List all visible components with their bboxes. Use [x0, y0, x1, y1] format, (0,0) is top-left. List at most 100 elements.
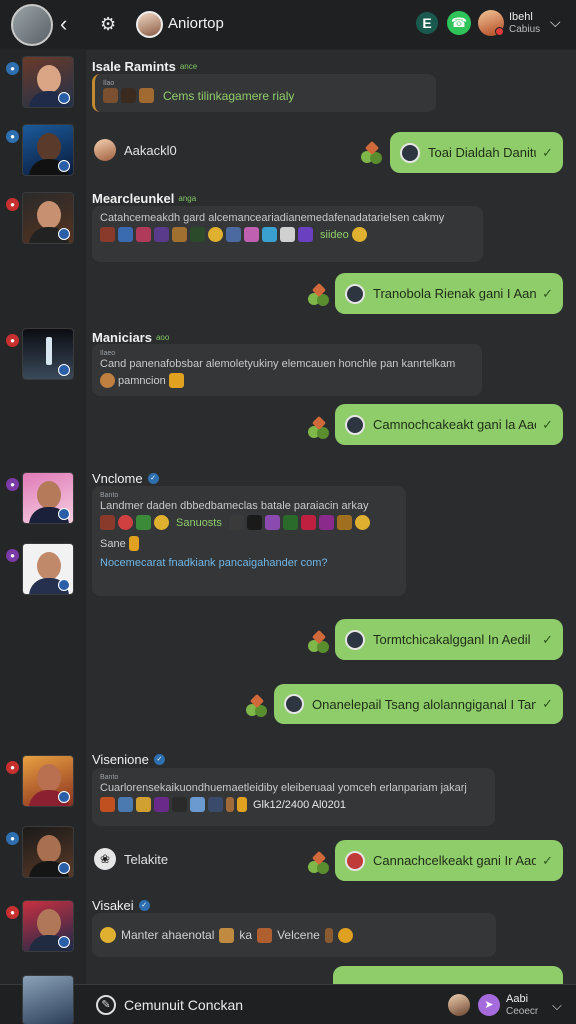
sticker-caption: siideo	[320, 228, 349, 241]
badge-icon: ●	[6, 198, 19, 211]
sticker-icon	[172, 227, 187, 242]
reaction-icon[interactable]	[361, 140, 385, 165]
sender-avatar[interactable]	[94, 139, 116, 161]
rail-item[interactable]: ●	[0, 543, 86, 603]
sticker-icon	[154, 797, 169, 812]
message-label: Banto	[100, 492, 119, 499]
rail-item[interactable]: ●	[0, 124, 86, 184]
sticker-icon	[172, 797, 187, 812]
chevron-left-icon[interactable]: ‹	[60, 12, 80, 36]
thumbnail	[22, 472, 74, 524]
outgoing-message[interactable]: Tormtchicakalgganl In Aedil ✓	[335, 619, 563, 660]
sticker-icon	[100, 373, 115, 388]
profile-avatar[interactable]	[11, 4, 53, 46]
thumbnail	[22, 543, 74, 595]
incoming-message[interactable]: Banto Cuarlorensekaikuondhuemaetleidiby …	[92, 768, 495, 826]
incoming-message[interactable]: Catahcemeakdh gard alcemanceariadianemed…	[92, 206, 483, 262]
rail-item[interactable]: ●	[0, 826, 86, 886]
reaction-icon[interactable]	[308, 629, 332, 654]
message-text: Cand panenafobsbar alemoletyukiny elemca…	[100, 358, 456, 370]
sticker-row: pamncion	[100, 373, 474, 388]
sender-name[interactable]: Telakite	[124, 852, 168, 867]
message-text: Manter ahaenotal	[121, 928, 215, 942]
sender-name[interactable]: Vnclome	[92, 471, 143, 486]
compose-icon[interactable]: ✎	[96, 995, 116, 1015]
rail-item[interactable]: ●	[0, 192, 86, 252]
incoming-message[interactable]: Ilaeo Cand panenafobsbar alemoletyukiny …	[92, 344, 482, 396]
sticker-icon	[324, 927, 333, 943]
system-message: ❀ Telakite	[94, 848, 168, 870]
compose-input[interactable]: Cemunuit Conckan	[124, 997, 243, 1013]
rail-item[interactable]: ●	[0, 328, 86, 388]
incoming-message[interactable]: Manter ahaenotal ka Velcene	[92, 913, 496, 957]
message-text: ka	[239, 928, 253, 942]
thumbnail[interactable]	[22, 975, 74, 1024]
sender-name[interactable]: Aakackl0	[124, 143, 177, 158]
outgoing-message[interactable]: Cannachcelkeakt gani Ir Aadu ✓	[335, 840, 563, 881]
message-text: Cems tilinkagamere rialy	[163, 88, 295, 103]
message-link[interactable]: Nocemecarat fnadkiank pancaigahander com…	[100, 557, 398, 569]
sticker-caption: Sanuosts	[176, 516, 222, 529]
checkmark-icon: ✓	[542, 696, 553, 711]
sticker-icon	[208, 797, 223, 812]
incoming-message[interactable]: Banto Landmer daden dbbedbameclas batale…	[92, 486, 406, 596]
app-icon[interactable]: ❀	[94, 848, 116, 870]
sender-name[interactable]: Isale Ramints	[92, 59, 176, 74]
sticker-icon	[118, 515, 133, 530]
sticker-icon	[246, 515, 262, 530]
rail-item[interactable]: ●	[0, 755, 86, 815]
verified-icon: ✓	[147, 473, 159, 485]
reaction-icon[interactable]	[308, 850, 332, 875]
sender-name[interactable]: Mearcleunkel	[92, 191, 174, 206]
reaction-icon[interactable]	[308, 415, 332, 440]
rail-item[interactable]: ●	[0, 900, 86, 960]
badge-icon: ●	[6, 906, 19, 919]
chat-title: Aniortop	[168, 15, 224, 32]
outgoing-message[interactable]: Onanelepail Tsang alolanngiganal I Tanda…	[274, 684, 563, 724]
status-dot	[495, 27, 504, 36]
sender-name[interactable]: Maniciars	[92, 330, 152, 345]
rail-item[interactable]: ●	[0, 472, 86, 532]
message-text: pamncion	[118, 374, 166, 387]
outgoing-message[interactable]: Tranobola Rienak gani I Aandu ✓	[335, 273, 563, 314]
sender-name[interactable]: Visenione	[92, 752, 149, 767]
message-text: Cuarlorensekaikuondhuemaetleidiby eleibe…	[100, 782, 467, 794]
top-bar: ‹ ⚙ Aniortop E ☎ Ibehl Cabius ⌵	[0, 0, 576, 50]
sticker-icon	[190, 797, 205, 812]
sticker-icon	[136, 515, 151, 530]
chevron-down-icon[interactable]: ⌵	[552, 998, 562, 1014]
user-status: Cabius	[509, 24, 541, 35]
whatsapp-icon[interactable]: ☎	[447, 11, 471, 35]
checkmark-icon: ✓	[542, 285, 553, 301]
thumbnail	[22, 755, 74, 807]
gear-icon[interactable]: ⚙	[100, 14, 120, 34]
sticker-icon	[282, 515, 298, 530]
send-icon[interactable]: ➤	[478, 994, 500, 1016]
user-avatar[interactable]	[448, 994, 470, 1016]
message-text: Velcene	[277, 928, 320, 942]
message-text: Cannachcelkeakt gani Ir Aadu	[373, 853, 537, 868]
sticker-icon	[262, 227, 277, 242]
outgoing-message[interactable]: Camnochcakeakt gani la Aadu ✓	[335, 404, 563, 445]
chevron-down-icon[interactable]: ⌵	[550, 14, 561, 31]
sender-name[interactable]: Visakei	[92, 898, 134, 913]
sticker-icon	[154, 227, 169, 242]
outgoing-message[interactable]	[333, 966, 563, 984]
contact-avatar[interactable]	[136, 11, 163, 38]
user-status: Ceoecr	[506, 1006, 539, 1017]
incoming-message[interactable]: Ilao Cems tilinkagamere rialy	[92, 74, 436, 112]
sticker-row: Glk12/2400 Al0201	[100, 797, 487, 812]
thumbnail	[22, 900, 74, 952]
message-text: Tranobola Rienak gani I Aandu	[373, 286, 537, 301]
sender-tag: aoo	[155, 333, 170, 343]
checkmark-icon: ✓	[542, 416, 553, 432]
outgoing-message[interactable]: Toai Dialdah Danitu ✓	[390, 132, 563, 173]
rail-item[interactable]: ●	[0, 56, 86, 116]
edit-icon[interactable]: E	[416, 12, 438, 34]
thumbnail	[22, 826, 74, 878]
sticker-icon	[136, 227, 151, 242]
sticker-icon	[280, 227, 295, 242]
reaction-icon[interactable]	[308, 282, 332, 307]
sticker-icon	[257, 927, 273, 943]
reaction-icon[interactable]	[246, 693, 270, 718]
